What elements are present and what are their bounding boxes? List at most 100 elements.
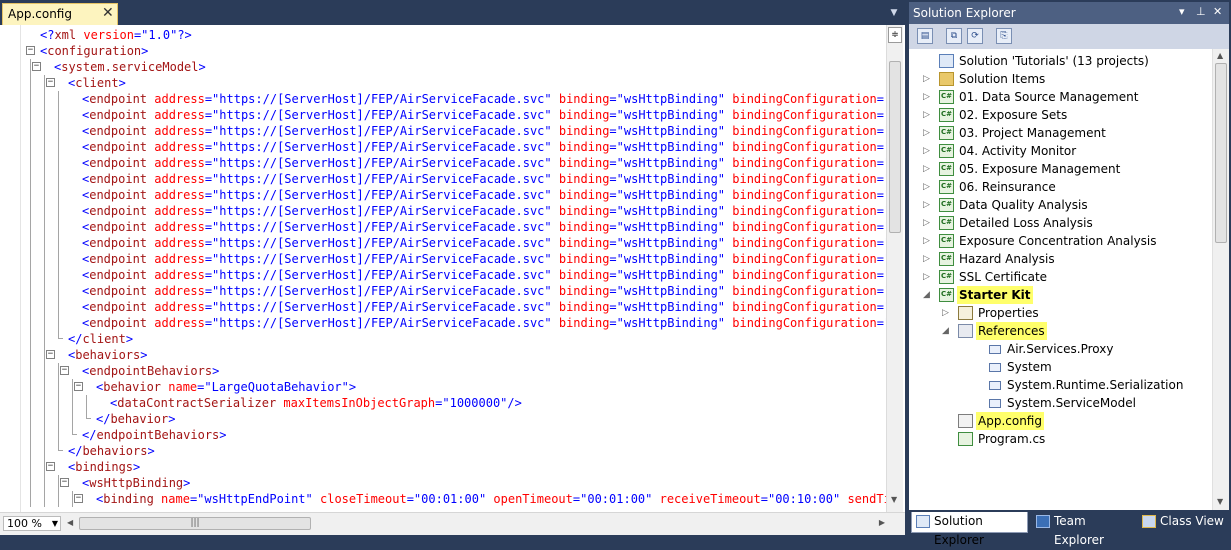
collapsed-arrow-icon[interactable]: ▷	[923, 178, 933, 196]
xml-punctuation: "	[544, 236, 552, 250]
code-line[interactable]: </endpointBehaviors>	[20, 427, 886, 443]
xml-tag: configuration	[47, 44, 142, 58]
xml-attribute: bindingConfiguration	[725, 220, 877, 234]
code-line[interactable]: <endpoint address="https://[ServerHost]/…	[20, 203, 886, 219]
code-line[interactable]: <endpoint address="https://[ServerHost]/…	[20, 155, 886, 171]
code-area[interactable]: <?xml version="1.0"?> <configuration> − <sy…	[20, 27, 886, 512]
code-line[interactable]: <configuration> −	[20, 43, 886, 59]
xml-punctuation: ="	[204, 124, 220, 138]
code-text: <endpoint address="https://[ServerHost]/…	[82, 267, 886, 283]
code-line[interactable]: <endpoint address="https://[ServerHost]/…	[20, 251, 886, 267]
close-icon[interactable]: ✕	[102, 5, 114, 21]
code-line[interactable]: <wsHttpBinding> −	[20, 475, 886, 491]
code-line[interactable]: <dataContractSerializer maxItemsInObject…	[20, 395, 886, 411]
code-line[interactable]: </client>	[20, 331, 886, 347]
scroll-left-icon[interactable]: ◀	[67, 518, 73, 527]
zoom-select[interactable]: 100 % ▼	[3, 516, 61, 531]
code-line[interactable]: <endpoint address="https://[ServerHost]/…	[20, 219, 886, 235]
scroll-thumb[interactable]	[1215, 63, 1227, 243]
code-line[interactable]: <endpoint address="https://[ServerHost]/…	[20, 123, 886, 139]
collapsed-arrow-icon[interactable]: ▷	[923, 160, 933, 178]
editor-horizontal-scrollbar[interactable]: ◀ ||| ▶	[67, 516, 885, 531]
code-text: <behavior name="LargeQuotaBehavior">	[96, 379, 356, 395]
collapse-icon[interactable]: −	[46, 78, 55, 87]
tab-solution-explorer[interactable]: Solution Explorer	[911, 512, 1028, 547]
code-line[interactable]: </behavior>	[20, 411, 886, 427]
xml-punctuation: ="	[204, 140, 220, 154]
collapsed-arrow-icon[interactable]: ▷	[923, 268, 933, 286]
code-line[interactable]: <binding name="wsHttpEndPoint" closeTime…	[20, 491, 886, 507]
collapsed-arrow-icon[interactable]: ▷	[923, 250, 933, 268]
collapsed-arrow-icon[interactable]: ▷	[923, 232, 933, 250]
close-icon[interactable]: ✕	[1213, 5, 1222, 18]
code-line[interactable]: <client> −	[20, 75, 886, 91]
code-line[interactable]: <endpoint address="https://[ServerHost]/…	[20, 299, 886, 315]
collapse-icon[interactable]: −	[32, 62, 41, 71]
tree-node-label: 03. Project Management	[959, 126, 1106, 140]
chevron-down-icon[interactable]: ▼	[888, 8, 900, 20]
scroll-down-icon[interactable]: ▼	[891, 495, 897, 504]
collapsed-arrow-icon[interactable]: ▷	[923, 88, 933, 106]
view-class-diagram-icon[interactable]: ⎘	[996, 28, 1012, 44]
collapse-icon[interactable]: −	[60, 366, 69, 375]
split-handle-icon[interactable]: ≑	[888, 27, 902, 43]
code-line[interactable]: <?xml version="1.0"?>	[20, 27, 886, 43]
refresh-icon[interactable]: ⟳	[967, 28, 983, 44]
code-line[interactable]: <bindings> −	[20, 459, 886, 475]
code-line[interactable]: <behavior name="LargeQuotaBehavior"> −	[20, 379, 886, 395]
collapsed-arrow-icon[interactable]: ▷	[923, 196, 933, 214]
code-line[interactable]: <system.serviceModel> −	[20, 59, 886, 75]
collapsed-arrow-icon[interactable]: ▷	[923, 124, 933, 142]
collapse-icon[interactable]: −	[74, 382, 83, 391]
xml-tag: behaviors	[75, 348, 141, 362]
window-position-icon[interactable]: ▾	[1179, 5, 1185, 18]
scroll-thumb[interactable]	[889, 61, 901, 233]
collapsed-arrow-icon[interactable]: ▷	[923, 106, 933, 124]
code-line[interactable]: <endpoint address="https://[ServerHost]/…	[20, 139, 886, 155]
code-line[interactable]: </behaviors>	[20, 443, 886, 459]
collapse-icon[interactable]: −	[60, 478, 69, 487]
tree-vertical-scrollbar[interactable]: ▲ ▼	[1212, 49, 1229, 510]
xml-attribute: address	[147, 300, 205, 314]
expanded-arrow-icon[interactable]: ◢	[942, 322, 952, 340]
editor-vertical-scrollbar[interactable]: ≑ ▼	[886, 25, 903, 512]
code-line[interactable]: <endpoint address="https://[ServerHost]/…	[20, 267, 886, 283]
collapse-icon[interactable]: −	[26, 46, 35, 55]
code-line[interactable]: <endpoint address="https://[ServerHost]/…	[20, 91, 886, 107]
code-line[interactable]: <endpoint address="https://[ServerHost]/…	[20, 107, 886, 123]
scroll-thumb[interactable]: |||	[79, 517, 311, 530]
pin-icon[interactable]: ⊥	[1196, 5, 1206, 18]
code-text: <system.serviceModel>	[54, 59, 206, 75]
code-line[interactable]: <endpoint address="https://[ServerHost]/…	[20, 235, 886, 251]
code-line[interactable]: <endpointBehaviors> −	[20, 363, 886, 379]
tab-app-config[interactable]: App.config ✕	[2, 3, 118, 25]
code-line[interactable]: <endpoint address="https://[ServerHost]/…	[20, 187, 886, 203]
properties-icon[interactable]: ▤	[917, 28, 933, 44]
code-line[interactable]: <behaviors> −	[20, 347, 886, 363]
code-line[interactable]: <endpoint address="https://[ServerHost]/…	[20, 315, 886, 331]
expanded-arrow-icon[interactable]: ◢	[923, 286, 933, 304]
outline-guide	[30, 283, 31, 299]
scroll-up-icon[interactable]: ▲	[1217, 51, 1223, 60]
code-line[interactable]: <endpoint address="https://[ServerHost]/…	[20, 283, 886, 299]
tab-class-view[interactable]: Class View	[1138, 512, 1228, 533]
collapsed-arrow-icon[interactable]: ▷	[923, 142, 933, 160]
code-editor[interactable]: <?xml version="1.0"?> <configuration> − <sy…	[0, 25, 905, 535]
xml-attribute: address	[147, 124, 205, 138]
code-line[interactable]: <endpoint address="https://[ServerHost]/…	[20, 171, 886, 187]
collapse-icon[interactable]: −	[74, 494, 83, 503]
collapse-icon[interactable]: −	[46, 350, 55, 359]
xml-attribute: address	[147, 156, 205, 170]
code-text: <configuration>	[40, 43, 148, 59]
outline-guide	[44, 395, 45, 411]
collapsed-arrow-icon[interactable]: ▷	[923, 70, 933, 88]
collapsed-arrow-icon[interactable]: ▷	[923, 214, 933, 232]
xml-value: wsHttpBinding	[623, 124, 718, 138]
collapsed-arrow-icon[interactable]: ▷	[942, 304, 952, 322]
show-all-files-icon[interactable]: ⧉	[946, 28, 962, 44]
collapse-icon[interactable]: −	[46, 462, 55, 471]
scroll-right-icon[interactable]: ▶	[879, 518, 885, 527]
scroll-down-icon[interactable]: ▼	[1217, 497, 1223, 506]
tab-team-explorer[interactable]: Team Explorer	[1032, 512, 1135, 547]
outline-guide	[58, 219, 59, 235]
